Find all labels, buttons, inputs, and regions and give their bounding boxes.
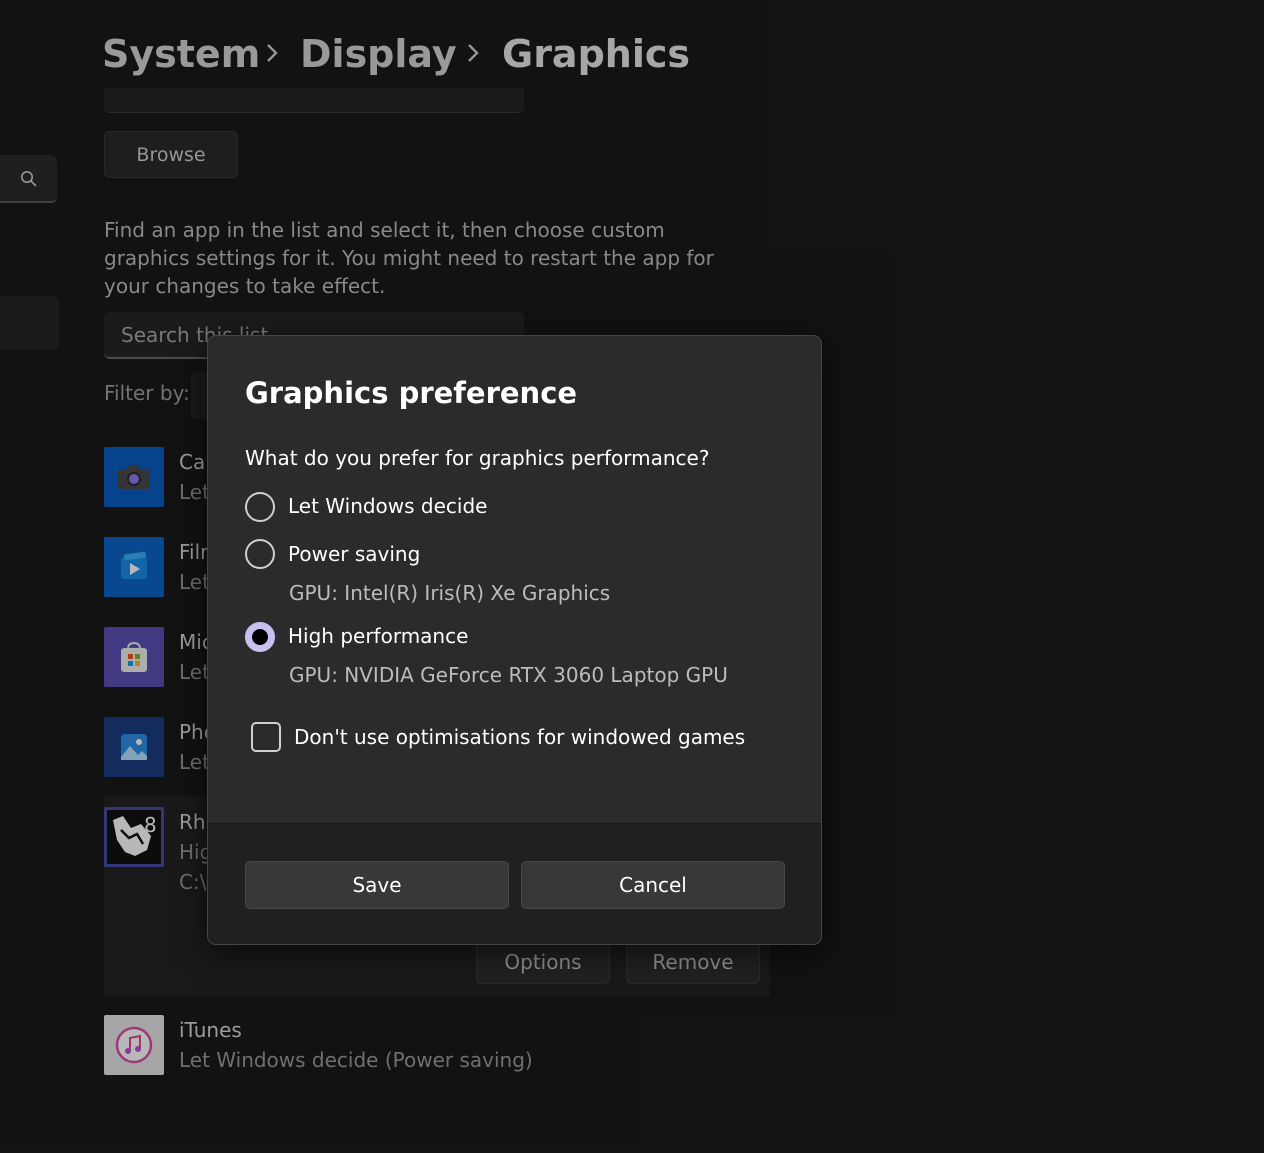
gpu-high-performance: GPU: NVIDIA GeForce RTX 3060 Laptop GPU bbox=[289, 663, 728, 687]
radio-power-saving[interactable] bbox=[245, 539, 275, 569]
dialog-title: Graphics preference bbox=[245, 376, 578, 410]
dialog-question: What do you prefer for graphics performa… bbox=[245, 446, 710, 470]
radio-let-windows-decide[interactable] bbox=[245, 492, 275, 522]
windowed-optimisations-checkbox[interactable] bbox=[251, 722, 281, 752]
radio-label-power-saving[interactable]: Power saving bbox=[288, 542, 420, 566]
checkbox-label[interactable]: Don't use optimisations for windowed gam… bbox=[294, 722, 745, 752]
radio-high-performance[interactable] bbox=[245, 622, 275, 652]
graphics-preference-dialog: Graphics preference What do you prefer f… bbox=[207, 335, 822, 945]
gpu-power-saving: GPU: Intel(R) Iris(R) Xe Graphics bbox=[289, 581, 611, 605]
cancel-button[interactable]: Cancel bbox=[521, 861, 785, 909]
radio-label-let-windows-decide[interactable]: Let Windows decide bbox=[288, 494, 487, 518]
save-button[interactable]: Save bbox=[245, 861, 509, 909]
radio-label-high-performance[interactable]: High performance bbox=[288, 624, 468, 648]
